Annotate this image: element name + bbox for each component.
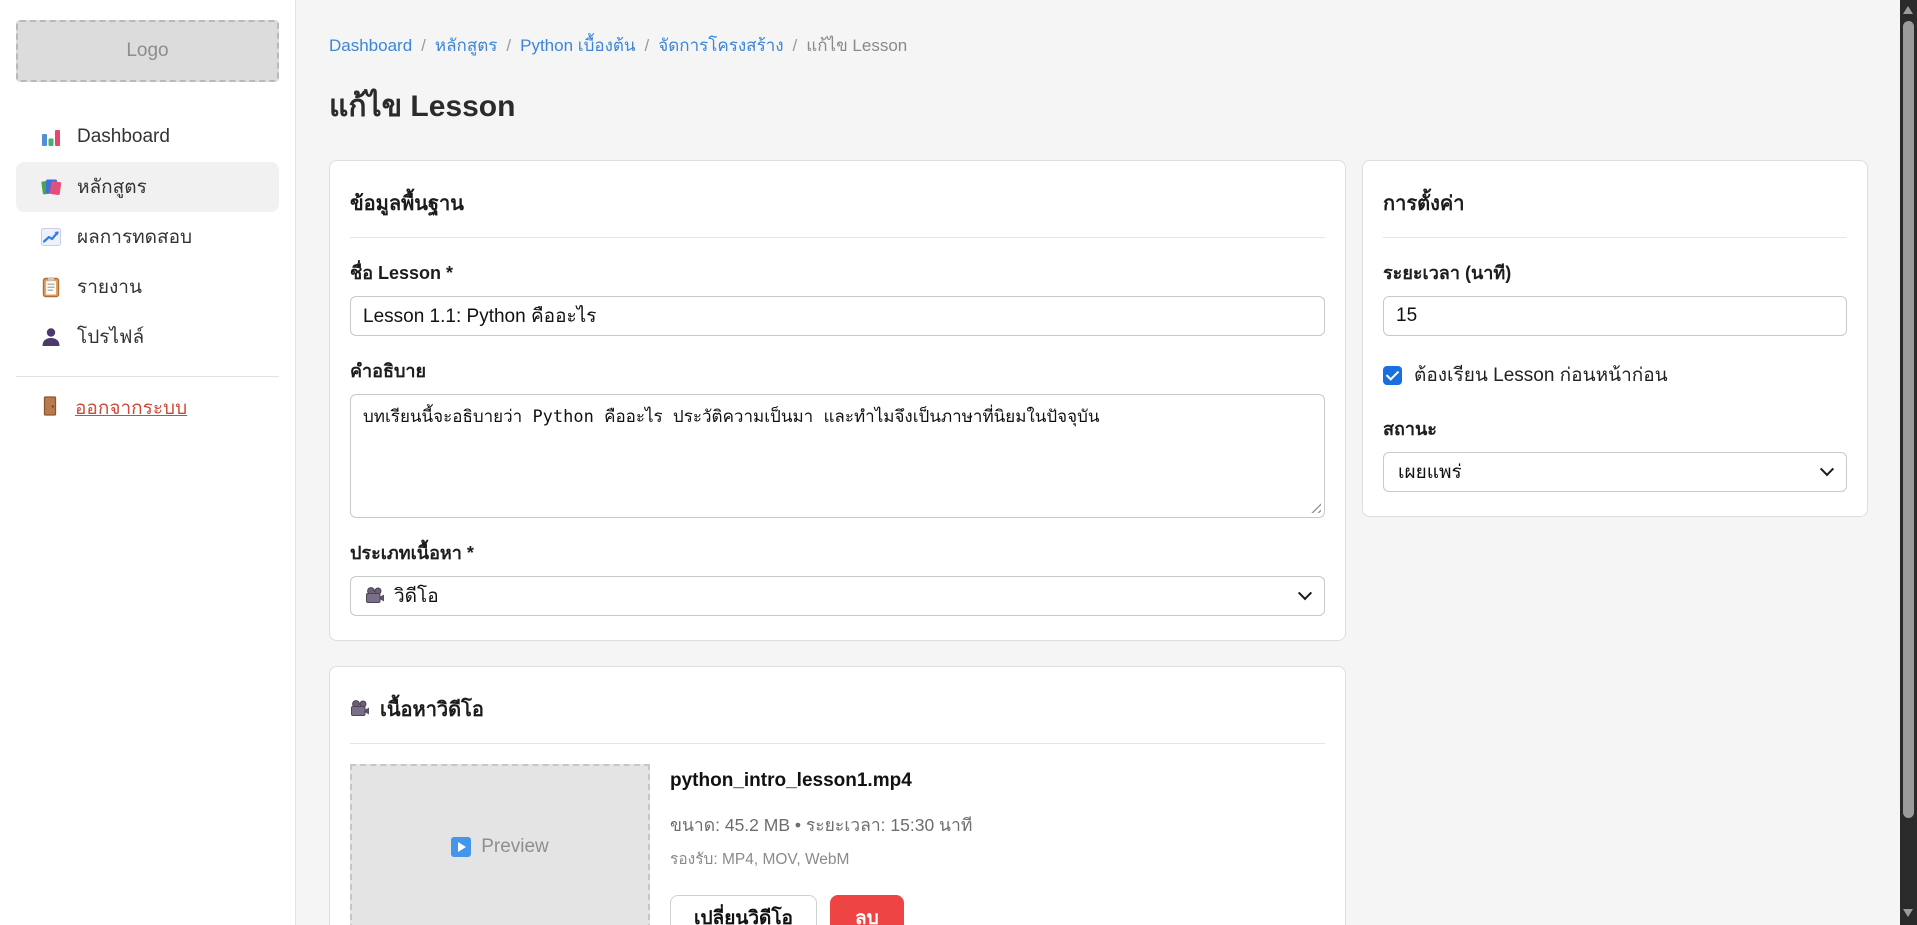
movie-camera-icon bbox=[350, 699, 370, 719]
settings-card: การตั้งค่า ระยะเวลา (นาที) ต้องเรียน Les… bbox=[1362, 160, 1868, 517]
chevron-down-icon bbox=[1298, 586, 1312, 600]
breadcrumb-link-courses[interactable]: หลักสูตร bbox=[435, 32, 497, 59]
video-supported-formats: รองรับ: MP4, MOV, WebM bbox=[670, 846, 972, 871]
status-value: เผยแพร่ bbox=[1398, 457, 1462, 487]
breadcrumb-separator: / bbox=[421, 36, 426, 56]
status-label: สถานะ bbox=[1383, 414, 1847, 443]
breadcrumb-separator: / bbox=[506, 36, 511, 56]
settings-card-title-text: การตั้งค่า bbox=[1383, 187, 1464, 219]
video-card-title-text: เนื้อหาวิดีโอ bbox=[380, 693, 484, 725]
books-icon bbox=[40, 176, 62, 198]
sidebar-divider bbox=[16, 376, 279, 377]
logout-label: ออกจากระบบ bbox=[75, 393, 187, 423]
lesson-name-label: ชื่อ Lesson * bbox=[350, 258, 1325, 287]
basic-info-card: ข้อมูลพื้นฐาน ชื่อ Lesson * คำอธิบาย บทเ… bbox=[329, 160, 1346, 641]
logout-link[interactable]: ออกจากระบบ bbox=[16, 395, 279, 421]
video-filename: python_intro_lesson1.mp4 bbox=[670, 770, 972, 792]
sidebar-item-label: หลักสูตร bbox=[77, 172, 147, 202]
video-card-title: เนื้อหาวิดีโอ bbox=[350, 687, 1325, 744]
status-select[interactable]: เผยแพร่ bbox=[1383, 452, 1847, 492]
settings-card-title: การตั้งค่า bbox=[1383, 181, 1847, 238]
delete-video-button[interactable]: ลบ bbox=[830, 895, 904, 925]
sidebar-item-label: รายงาน bbox=[77, 272, 142, 302]
clipboard-icon bbox=[40, 276, 62, 298]
description-textarea-wrap: บทเรียนนี้จะอธิบายว่า Python คืออะไร ประ… bbox=[350, 394, 1325, 518]
prerequisite-row: ต้องเรียน Lesson ก่อนหน้าก่อน bbox=[1383, 360, 1847, 390]
breadcrumb-link-course[interactable]: Python เบื้องต้น bbox=[520, 32, 635, 59]
video-preview[interactable]: Preview bbox=[350, 764, 650, 925]
basic-info-card-title-text: ข้อมูลพื้นฐาน bbox=[350, 187, 464, 219]
chevron-down-icon bbox=[1820, 462, 1834, 476]
sidebar-item-test-results[interactable]: ผลการทดสอบ bbox=[16, 212, 279, 262]
play-icon bbox=[451, 837, 471, 857]
sidebar-item-reports[interactable]: รายงาน bbox=[16, 262, 279, 312]
sidebar-item-dashboard[interactable]: Dashboard bbox=[16, 112, 279, 162]
breadcrumb-link-dashboard[interactable]: Dashboard bbox=[329, 36, 412, 56]
door-icon bbox=[40, 395, 60, 422]
video-meta: ขนาด: 45.2 MB • ระยะเวลา: 15:30 นาที bbox=[670, 811, 972, 839]
change-video-button[interactable]: เปลี่ยนวิดีโอ bbox=[670, 895, 817, 925]
lesson-name-input[interactable] bbox=[350, 296, 1325, 336]
duration-label: ระยะเวลา (นาที) bbox=[1383, 258, 1847, 287]
page-title: แก้ไข Lesson bbox=[329, 83, 1868, 130]
movie-camera-icon bbox=[365, 586, 385, 606]
content-type-select[interactable]: วิดีโอ bbox=[350, 576, 1325, 616]
description-textarea[interactable]: บทเรียนนี้จะอธิบายว่า Python คืออะไร ประ… bbox=[350, 394, 1325, 518]
logo-placeholder: Logo bbox=[16, 20, 279, 82]
video-info: python_intro_lesson1.mp4 ขนาด: 45.2 MB •… bbox=[670, 764, 972, 925]
main-content: Dashboard / หลักสูตร / Python เบื้องต้น … bbox=[297, 0, 1900, 925]
logo-text: Logo bbox=[126, 40, 168, 62]
breadcrumb-separator: / bbox=[645, 36, 650, 56]
line-chart-icon bbox=[40, 226, 62, 248]
content-type-label: ประเภทเนื้อหา * bbox=[350, 538, 1325, 567]
scrollbar-down-arrow-icon[interactable] bbox=[1903, 909, 1913, 917]
sidebar-item-label: Dashboard bbox=[77, 126, 170, 148]
scrollbar-thumb[interactable] bbox=[1903, 21, 1914, 818]
vertical-scrollbar[interactable] bbox=[1900, 0, 1917, 925]
sidebar-item-label: โปรไฟล์ bbox=[77, 322, 144, 352]
bar-chart-icon bbox=[40, 126, 62, 148]
breadcrumb-current: แก้ไข Lesson bbox=[806, 32, 907, 59]
sidebar-item-label: ผลการทดสอบ bbox=[77, 222, 192, 252]
prerequisite-checkbox[interactable] bbox=[1383, 366, 1402, 385]
description-label: คำอธิบาย bbox=[350, 356, 1325, 385]
sidebar-menu: Dashboard หลักสูตร ผลการทดสอบ bbox=[0, 112, 295, 362]
sidebar-item-profile[interactable]: โปรไฟล์ bbox=[16, 312, 279, 362]
prerequisite-label: ต้องเรียน Lesson ก่อนหน้าก่อน bbox=[1414, 360, 1668, 390]
breadcrumb: Dashboard / หลักสูตร / Python เบื้องต้น … bbox=[329, 32, 1868, 59]
content-type-value: วิดีโอ bbox=[394, 581, 439, 611]
breadcrumb-separator: / bbox=[793, 36, 798, 56]
sidebar-item-courses[interactable]: หลักสูตร bbox=[16, 162, 279, 212]
duration-input[interactable] bbox=[1383, 296, 1847, 336]
preview-label: Preview bbox=[481, 836, 549, 858]
breadcrumb-link-structure[interactable]: จัดการโครงสร้าง bbox=[658, 32, 783, 59]
sidebar: Logo Dashboard หลักสูตร bbox=[0, 0, 296, 925]
basic-info-card-title: ข้อมูลพื้นฐาน bbox=[350, 181, 1325, 238]
video-content-card: เนื้อหาวิดีโอ Preview python_intro_lesso… bbox=[329, 666, 1346, 925]
scrollbar-up-arrow-icon[interactable] bbox=[1903, 6, 1913, 14]
person-icon bbox=[40, 326, 62, 348]
